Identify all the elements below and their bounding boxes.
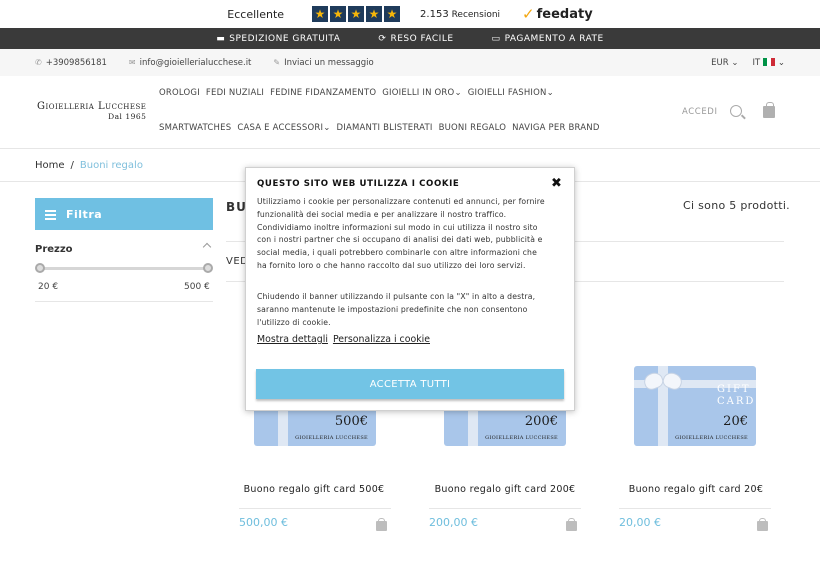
show-details-link[interactable]: Mostra dettagli — [257, 334, 328, 345]
price-filter-label[interactable]: Prezzo — [35, 244, 73, 255]
star-icon: ★ — [348, 6, 365, 22]
add-to-cart-icon[interactable] — [566, 518, 577, 531]
cookie-description: Utilizziamo i cookie per personalizzare … — [257, 197, 545, 270]
chevron-down-icon: ⌄ — [323, 123, 331, 133]
product-price: 20,00 € — [619, 516, 661, 529]
promo-installments: ▭ PAGAMENTO A RATE — [491, 33, 604, 44]
cookie-dialog-title: QUESTO SITO WEB UTILIZZA I COOKIE — [257, 179, 460, 189]
phone-icon: ✆ — [35, 58, 42, 67]
promo-easy-return: ⟳ RESO FACILE — [378, 33, 454, 44]
nav-item-fedine-fidanzamento[interactable]: FEDINE FIDANZAMENTO — [270, 88, 376, 98]
nav-item-casa-accessori[interactable]: CASA E ACCESSORI⌄ — [237, 123, 330, 133]
nav-item-naviga-per-brand[interactable]: NAVIGA PER BRAND — [512, 123, 599, 133]
contacts-bar: ✆ +3909856181 ✉ info@gioiellerialucchese.i… — [0, 49, 820, 76]
star-icon: ★ — [330, 6, 347, 22]
chevron-down-icon: ⌄ — [777, 57, 785, 68]
card-amount: 20€ — [723, 414, 748, 429]
chevron-up-icon[interactable] — [202, 242, 212, 252]
phone-link[interactable]: ✆ +3909856181 — [35, 58, 107, 68]
review-count[interactable]: 2.153 Recensioni — [420, 9, 500, 20]
star-icon: ★ — [312, 6, 329, 22]
card-amount: 500€ — [334, 414, 368, 429]
add-to-cart-icon[interactable] — [757, 518, 768, 531]
price-min-value: 20 € — [38, 282, 59, 292]
product-price: 200,00 € — [429, 516, 478, 529]
card-gift-text: GIFT CARD — [717, 384, 756, 407]
menu-icon — [45, 209, 56, 220]
card-amount: 200€ — [524, 414, 558, 429]
product-count: Ci sono 5 prodotti. — [683, 199, 790, 212]
sidebar-divider — [35, 301, 213, 302]
logo-since: Dal 1965 — [108, 112, 147, 121]
rating-stars: ★ ★ ★ ★ ★ — [312, 6, 401, 22]
nav-item-diamanti-blisterati[interactable]: DIAMANTI BLISTERATI — [337, 123, 433, 133]
breadcrumb-home[interactable]: Home — [35, 160, 65, 171]
site-header: Gioielleria Lucchese Dal 1965 OROLOGI FE… — [0, 76, 820, 149]
currency-selector[interactable]: EUR ⌄ — [711, 58, 738, 68]
nav-item-smartwatches[interactable]: SMARTWATCHES — [159, 123, 231, 133]
product-name[interactable]: Buono regalo gift card 20€ — [616, 484, 776, 495]
chevron-down-icon: ⌄ — [454, 88, 462, 98]
divider — [429, 508, 581, 509]
message-link[interactable]: ✎ Inviaci un messaggio — [273, 58, 373, 68]
card-brand: GIOIELLERIA LUCCHESE — [485, 435, 558, 441]
close-icon[interactable]: ✖ — [551, 176, 562, 191]
customize-cookies-link[interactable]: Personalizza i cookie — [333, 334, 430, 345]
refresh-icon: ⟳ — [378, 33, 387, 44]
chevron-down-icon: ⌄ — [546, 88, 554, 98]
category-title: BU — [226, 200, 247, 214]
truck-icon: ▬ — [216, 33, 226, 44]
product-name[interactable]: Buono regalo gift card 500€ — [234, 484, 394, 495]
nav-item-gioielli-fashion[interactable]: GIOIELLI FASHION⌄ — [468, 88, 554, 98]
accept-all-button[interactable]: ACCETTA TUTTI — [256, 369, 564, 399]
language-selector[interactable]: IT ⌄ — [752, 58, 785, 68]
bow-icon — [642, 370, 684, 402]
chevron-down-icon: ⌄ — [731, 57, 739, 68]
main-nav-row2: SMARTWATCHES CASA E ACCESSORI⌄ DIAMANTI … — [159, 123, 600, 133]
breadcrumb-current: Buoni regalo — [79, 159, 143, 171]
promo-strip: ▬ SPEDIZIONE GRATUITA ⟳ RESO FACILE ▭ PAGAM… — [0, 28, 820, 49]
add-to-cart-icon[interactable] — [376, 518, 387, 531]
cookie-consent-dialog: QUESTO SITO WEB UTILIZZA I COOKIE ✖ Util… — [245, 167, 575, 411]
card-brand: GIOIELLERIA LUCCHESE — [295, 435, 368, 441]
search-icon[interactable] — [730, 105, 742, 117]
nav-item-buoni-regalo[interactable]: BUONI REGALO — [439, 123, 507, 133]
star-icon: ★ — [384, 6, 401, 22]
envelope-icon: ✉ — [128, 58, 136, 67]
star-icon: ★ — [366, 6, 383, 22]
price-slider-min-handle[interactable] — [35, 263, 45, 273]
breadcrumb-separator: / — [70, 159, 74, 171]
main-nav-row1: OROLOGI FEDI NUZIALI FEDINE FIDANZAMENTO… — [159, 88, 554, 98]
price-slider-track[interactable] — [40, 267, 208, 270]
price-slider-max-handle[interactable] — [203, 263, 213, 273]
filter-button[interactable]: Filtra — [35, 198, 213, 230]
site-logo[interactable]: Gioielleria Lucchese Dal 1965 — [37, 102, 146, 122]
card-brand: GIOIELLERIA LUCCHESE — [675, 435, 748, 441]
logo-name: Gioielleria Lucchese — [37, 101, 147, 112]
email-link[interactable]: ✉ info@gioiellerialucchese.it — [129, 58, 251, 68]
feedaty-logo[interactable]: ✓ feedaty — [522, 5, 593, 23]
cookie-close-notice: Chiudendo il banner utilizzando il pulsa… — [257, 292, 536, 327]
cookie-links: Mostra dettagli Personalizza i cookie — [257, 334, 430, 345]
nav-item-gioielli-in-oro[interactable]: GIOIELLI IN ORO⌄ — [382, 88, 462, 98]
product-image-20[interactable]: GIFT CARD 20€ GIOIELLERIA LUCCHESE — [634, 366, 756, 446]
pencil-icon: ✎ — [273, 58, 281, 67]
product-name[interactable]: Buono regalo gift card 200€ — [425, 484, 585, 495]
review-bar: Eccellente ★ ★ ★ ★ ★ 2.153 Recensioni ✓ f… — [0, 0, 820, 28]
divider — [239, 508, 391, 509]
product-price: 500,00 € — [239, 516, 288, 529]
promo-free-shipping: ▬ SPEDIZIONE GRATUITA — [216, 33, 341, 44]
nav-item-orologi[interactable]: OROLOGI — [159, 88, 200, 98]
review-rating-label: Eccellente — [227, 7, 285, 21]
checkmark-icon: ✓ — [522, 5, 535, 23]
nav-item-fedi-nuziali[interactable]: FEDI NUZIALI — [206, 88, 264, 98]
login-link[interactable]: ACCEDI — [682, 107, 718, 117]
shopping-bag-icon[interactable] — [763, 102, 775, 118]
italy-flag-icon — [763, 58, 776, 66]
filter-label: Filtra — [66, 207, 103, 221]
credit-card-icon: ▭ — [491, 33, 501, 44]
price-max-value: 500 € — [184, 282, 210, 292]
divider — [619, 508, 771, 509]
